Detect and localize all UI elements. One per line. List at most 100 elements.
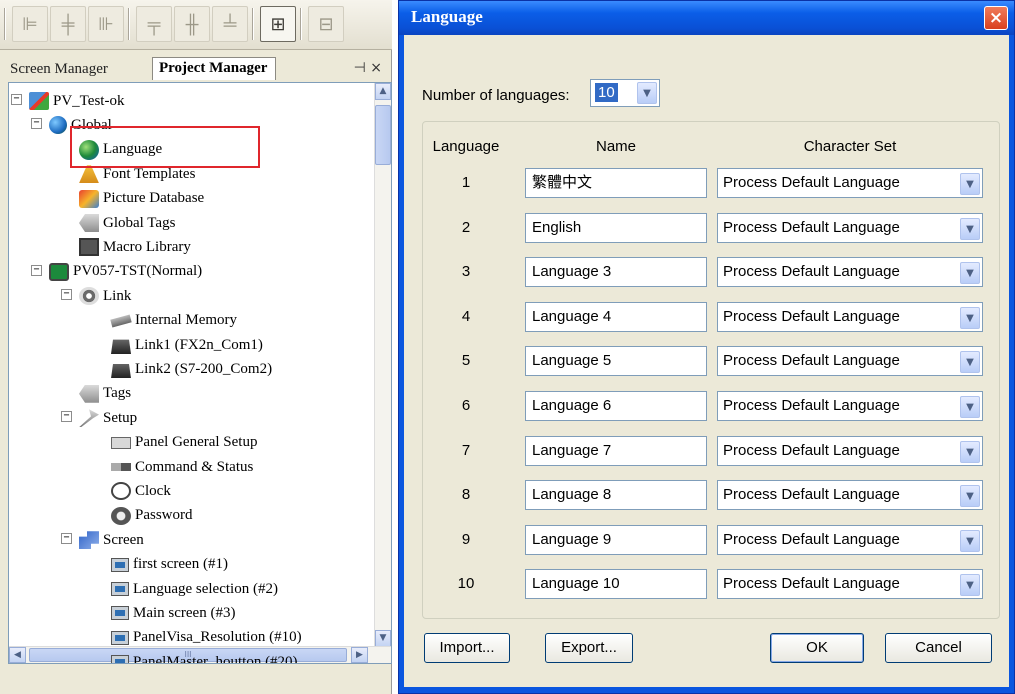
tree-item-label: Panel General Setup [135, 434, 258, 451]
chevron-down-icon[interactable]: ▼ [960, 440, 980, 463]
tree-item[interactable]: Language selection (#2) [111, 577, 278, 601]
charset-select[interactable]: Process Default Language ▼ [717, 480, 983, 511]
ok-button[interactable]: OK [770, 633, 864, 663]
charset-select[interactable]: Process Default Language ▼ [717, 435, 983, 466]
import-button[interactable]: Import... [424, 633, 510, 663]
chevron-down-icon[interactable]: ▼ [960, 217, 980, 240]
center-icon[interactable]: ⊞ [260, 6, 296, 42]
charset-select[interactable]: Process Default Language ▼ [717, 391, 983, 421]
chevron-down-icon[interactable]: ▼ [960, 306, 980, 329]
tree-item[interactable]: Clock [111, 479, 171, 503]
language-name-field[interactable]: Language 5 [525, 346, 707, 377]
tree-toggle[interactable]: − [11, 89, 23, 113]
tree-item[interactable]: Link [79, 284, 131, 308]
language-number: 6 [461, 397, 471, 414]
tree-item[interactable]: PanelMaster_houtton (#20) [111, 650, 298, 663]
tree-item[interactable]: Screen [79, 528, 144, 552]
collapse-icon[interactable]: − [31, 118, 42, 130]
scroll-left-icon[interactable]: ◀ [9, 647, 26, 663]
tree-item[interactable]: Internal Memory [110, 309, 237, 333]
dialog-body: Number of languages: 10 ▼ Language Name … [404, 35, 1009, 687]
chevron-down-icon[interactable]: ▼ [960, 173, 980, 195]
tree-item[interactable]: PanelVisa_Resolution (#10) [111, 626, 302, 650]
tree-item[interactable]: PV057-TST(Normal) [49, 260, 202, 284]
tree-item[interactable]: first screen (#1) [111, 553, 228, 577]
make-same-size-icon[interactable]: ⊟ [308, 6, 344, 42]
tree-toggle[interactable]: − [61, 284, 73, 308]
cancel-button[interactable]: Cancel [885, 633, 992, 663]
charset-value: Process Default Language [723, 575, 900, 593]
tree-item[interactable]: Command & Status [111, 455, 253, 479]
export-button[interactable]: Export... [545, 633, 633, 663]
align-right-icon[interactable]: ⊪ [88, 6, 124, 42]
dialog-titlebar[interactable]: Language × [399, 1, 1014, 35]
charset-select[interactable]: Process Default Language ▼ [717, 168, 983, 198]
align-top-icon[interactable]: ╤ [136, 6, 172, 42]
language-name-field[interactable]: Language 9 [525, 524, 707, 555]
charset-value: Process Default Language [723, 307, 900, 325]
collapse-icon[interactable]: − [31, 264, 42, 276]
tab-project-manager[interactable]: Project Manager [152, 57, 277, 80]
tree-item[interactable]: Panel General Setup [111, 431, 257, 455]
column-header-charset: Character Set [803, 138, 897, 155]
number-of-languages-select[interactable]: 10 ▼ [590, 79, 660, 107]
tree-item[interactable]: Password [111, 504, 193, 528]
charset-select[interactable]: Process Default Language ▼ [717, 569, 983, 600]
tree-toggle[interactable]: − [61, 406, 73, 430]
collapse-icon[interactable]: − [61, 411, 72, 423]
language-number: 4 [461, 307, 471, 325]
link-icon [79, 287, 99, 306]
align-left-icon[interactable]: ⊫ [12, 6, 48, 42]
tree-toggle[interactable]: − [31, 260, 43, 284]
language-name-field[interactable]: 繁體中文 [525, 168, 707, 198]
chevron-down-icon[interactable]: ▼ [960, 574, 980, 597]
tree-item[interactable]: Main screen (#3) [111, 601, 235, 625]
align-middle-icon[interactable]: ╫ [174, 6, 210, 42]
tree-item-label: Tags [103, 385, 132, 402]
tree-item[interactable]: Link2 (S7-200_Com2) [111, 357, 272, 381]
language-name-field[interactable]: Language 8 [525, 480, 707, 511]
tree-toggle[interactable]: − [61, 528, 73, 552]
scroll-thumb[interactable] [375, 105, 391, 165]
close-icon[interactable]: × [984, 6, 1008, 30]
pin-close-icon[interactable]: ⊣ × [354, 60, 382, 76]
chevron-down-icon[interactable]: ▼ [960, 351, 980, 374]
tree-item-label: Password [135, 507, 193, 524]
align-bottom-icon[interactable]: ╧ [212, 6, 248, 42]
language-name-field[interactable]: Language 3 [525, 257, 707, 288]
scroll-up-icon[interactable]: ▲ [375, 83, 391, 100]
charset-select[interactable]: Process Default Language ▼ [717, 524, 983, 555]
tree-item[interactable]: Picture Database [79, 187, 204, 211]
align-center-icon[interactable]: ╪ [50, 6, 86, 42]
charset-select[interactable]: Process Default Language ▼ [717, 212, 983, 243]
tree-item[interactable]: Link1 (FX2n_Com1) [111, 333, 263, 357]
chevron-down-icon[interactable]: ▼ [960, 396, 980, 418]
charset-value: Process Default Language [723, 441, 900, 459]
tab-screen-manager[interactable]: Screen Manager [10, 61, 108, 78]
collapse-icon[interactable]: − [61, 289, 72, 301]
language-name-field[interactable]: Language 6 [525, 391, 707, 421]
chevron-down-icon[interactable]: ▼ [960, 485, 980, 508]
language-name-field[interactable]: Language 10 [525, 569, 707, 600]
language-name-field[interactable]: Language 4 [525, 301, 707, 332]
language-name-field[interactable]: English [525, 212, 707, 243]
chevron-down-icon[interactable]: ▼ [960, 529, 980, 552]
chevron-down-icon[interactable]: ▼ [960, 262, 980, 285]
vertical-scrollbar[interactable]: ▲ ▼ [374, 83, 391, 647]
collapse-icon[interactable]: − [61, 533, 72, 545]
tree-item[interactable]: Tags [79, 382, 131, 406]
chevron-down-icon[interactable]: ▼ [637, 82, 657, 104]
tree-toggle[interactable]: − [31, 113, 43, 137]
tree-item[interactable]: PV_Test-ok [29, 89, 124, 113]
tree-item-label: Clock [135, 482, 171, 499]
tree-item[interactable]: Global Tags [79, 211, 175, 235]
scroll-right-icon[interactable]: ▶ [351, 647, 368, 663]
tree-item[interactable]: Macro Library [79, 235, 191, 259]
language-name-field[interactable]: Language 7 [525, 435, 707, 466]
charset-select[interactable]: Process Default Language ▼ [717, 346, 983, 377]
tree-item[interactable]: Setup [79, 406, 137, 430]
charset-select[interactable]: Process Default Language ▼ [717, 301, 983, 332]
charset-select[interactable]: Process Default Language ▼ [717, 257, 983, 288]
scroll-down-icon[interactable]: ▼ [375, 630, 391, 647]
collapse-icon[interactable]: − [11, 94, 22, 105]
